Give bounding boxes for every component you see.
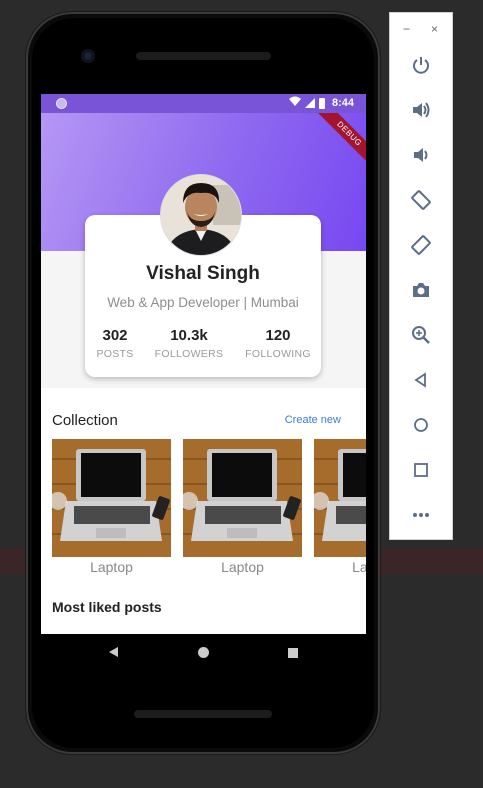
top-speaker [136,52,271,60]
stat-posts[interactable]: 302 POSTS [95,327,135,360]
avatar[interactable] [160,174,242,256]
back-icon[interactable] [405,364,437,396]
stat-posts-value: 302 [102,327,128,344]
most-liked-title: Most liked posts [52,599,162,615]
volume-up-icon[interactable] [405,94,437,126]
profile-subtitle: Web & App Developer | Mumbai [107,295,299,310]
stat-followers[interactable]: 10.3k FOLLOWERS [153,327,225,360]
status-time: 8:44 [331,97,354,109]
rotate-left-icon[interactable] [405,184,437,216]
profile-name: Vishal Singh [146,263,260,284]
home-icon[interactable] [198,647,209,658]
minimize-button[interactable]: − [403,23,410,35]
collection-item-image[interactable] [314,439,366,557]
collection-item-label: Laptop [352,559,366,575]
stat-following-label: FOLLOWING [245,348,311,360]
collection-title: Collection [52,412,118,429]
create-new-link[interactable]: Create new [285,414,341,426]
stat-followers-label: FOLLOWERS [154,348,224,360]
status-icons: 8:44 [288,96,354,110]
stat-following[interactable]: 120 FOLLOWING [243,327,313,360]
collection-item-image[interactable] [183,439,302,557]
rotate-right-icon[interactable] [405,229,437,261]
emulator-toolbar: − × [389,12,453,540]
collection-section: Collection Create new Laptop Laptop La M… [41,388,366,634]
back-icon[interactable] [109,647,118,657]
bottom-speaker [134,710,272,718]
status-bar: 8:44 [41,94,366,113]
more-icon[interactable] [405,499,437,531]
stat-followers-value: 10.3k [170,327,208,344]
volume-down-icon[interactable] [405,139,437,171]
home-icon[interactable] [405,409,437,441]
recents-icon[interactable] [288,648,298,658]
front-camera [81,49,95,63]
collection-item-image[interactable] [52,439,171,557]
signal-icon [304,98,315,108]
android-nav-bar [41,634,366,674]
collection-item-label: Laptop [221,559,264,575]
overview-icon[interactable] [405,454,437,486]
close-button[interactable]: × [431,23,438,35]
power-icon[interactable] [405,49,437,81]
stat-posts-label: POSTS [96,348,134,360]
battery-icon [318,97,325,109]
wifi-icon [288,96,301,110]
camera-icon[interactable] [405,274,437,306]
stat-following-value: 120 [265,327,291,344]
collection-item-label: Laptop [90,559,133,575]
zoom-icon[interactable] [405,319,437,351]
notification-icon [56,98,67,109]
app-screen: DEBUG 8:44 Vishal Singh Web & App Develo… [41,94,366,634]
